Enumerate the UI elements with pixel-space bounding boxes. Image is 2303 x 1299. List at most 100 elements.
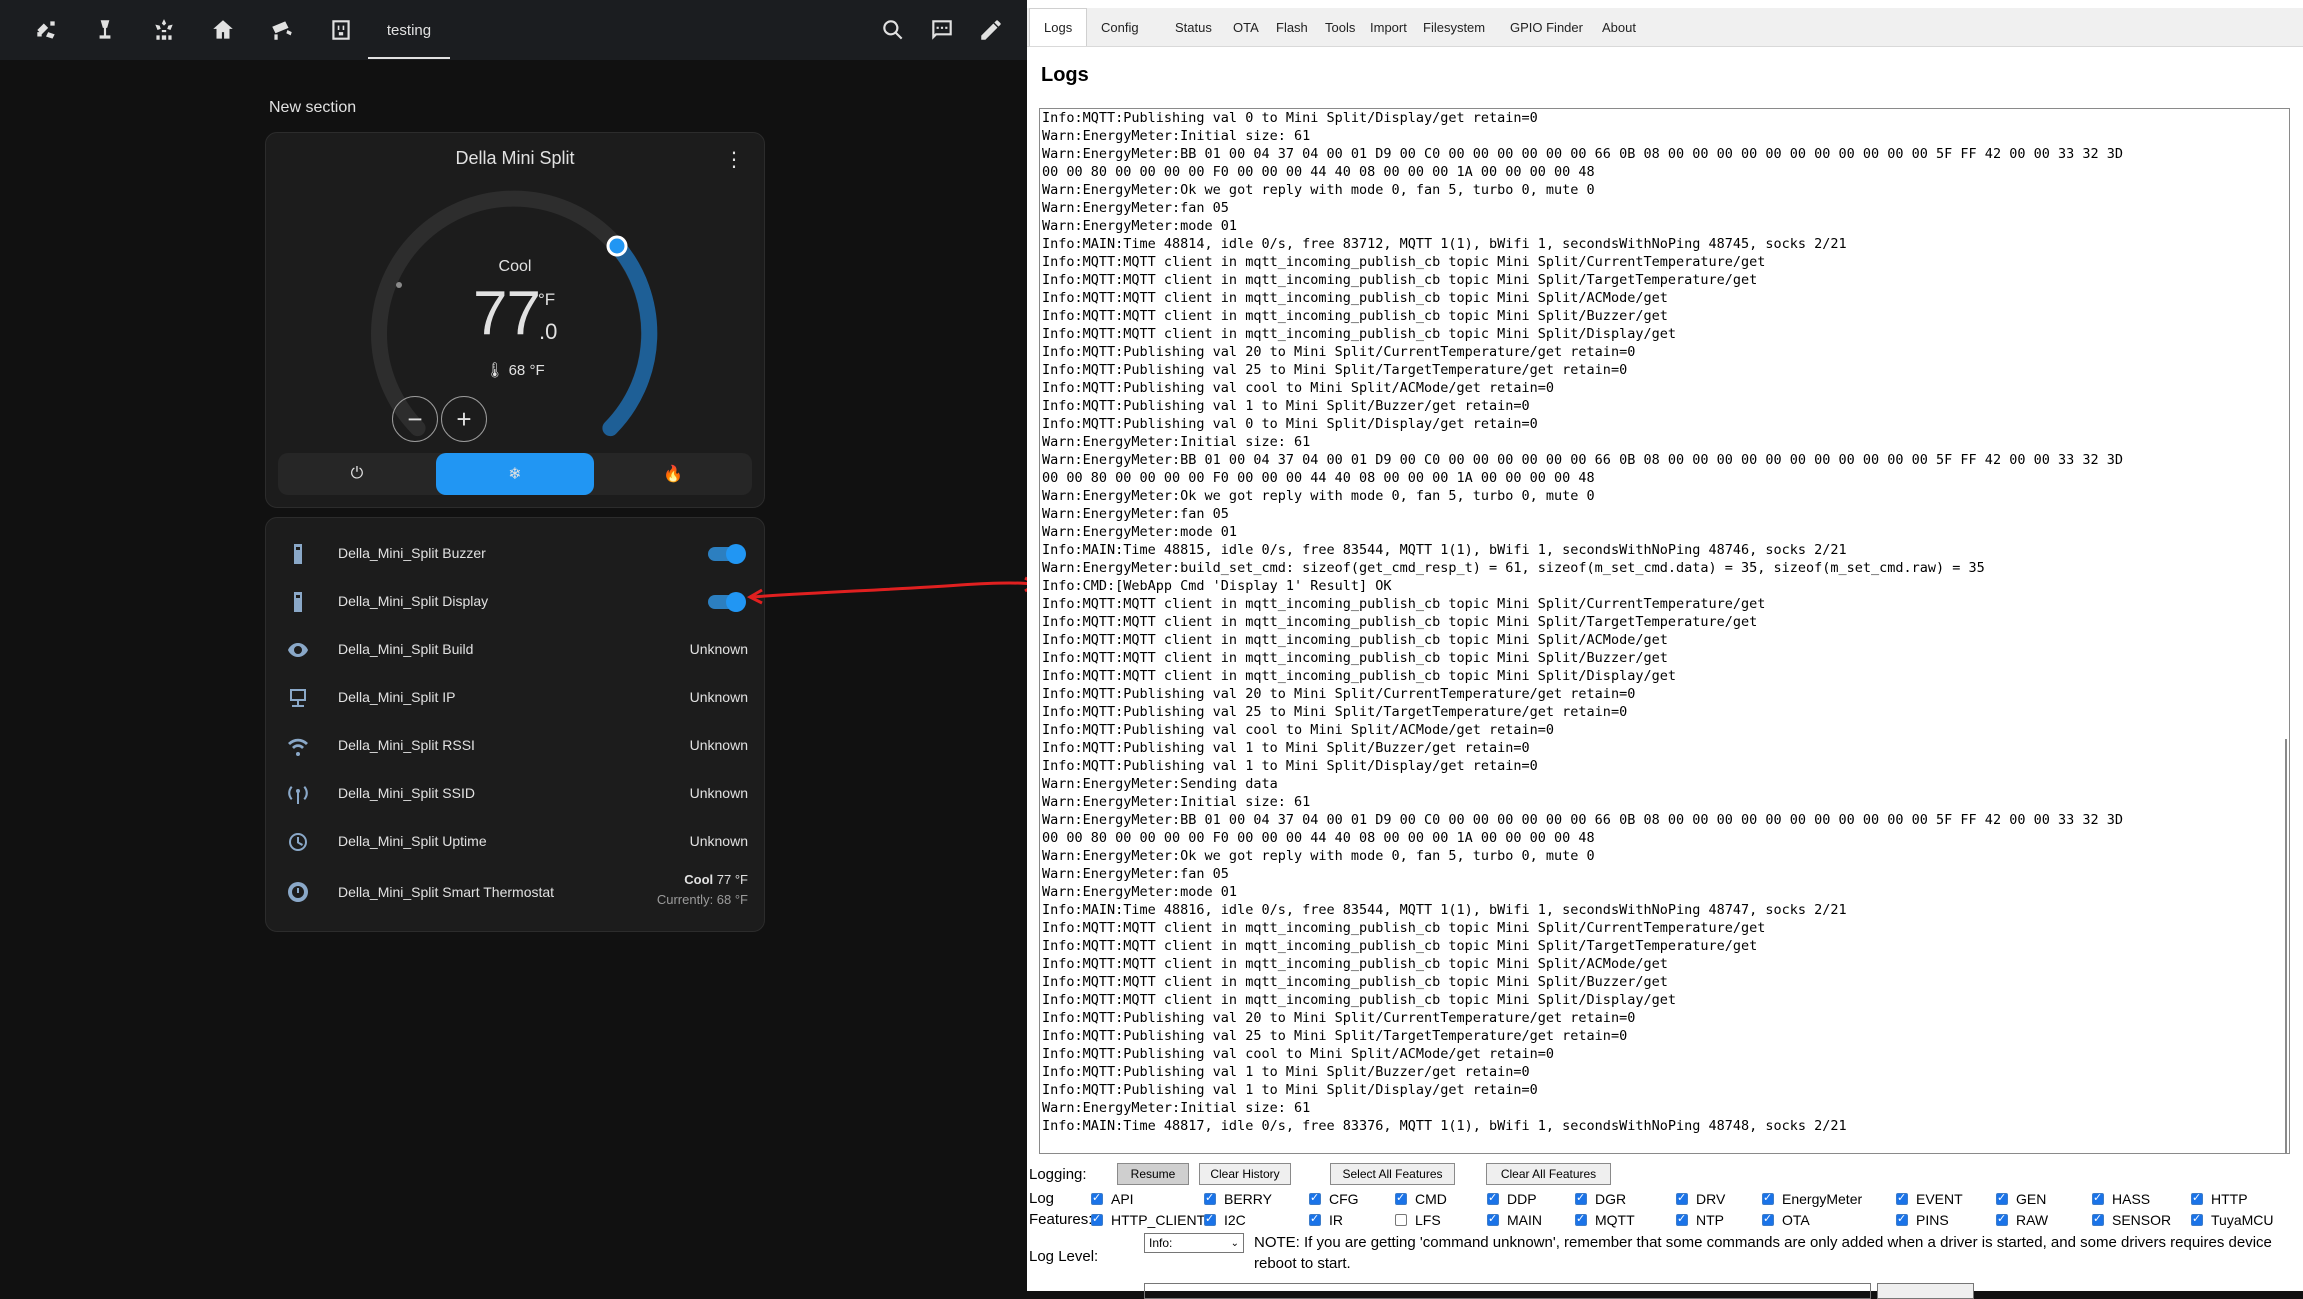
tab-status[interactable]: Status bbox=[1161, 8, 1226, 46]
checkbox[interactable] bbox=[1487, 1191, 1499, 1205]
entity-row[interactable]: Della_Mini_Split Smart Thermostat Cool 7… bbox=[266, 866, 764, 918]
decrease-temperature-button[interactable]: − bbox=[392, 396, 438, 442]
power-socket-icon[interactable] bbox=[325, 14, 357, 46]
tab-gpio-finder[interactable]: GPIO Finder bbox=[1496, 8, 1597, 46]
log-level-value: Info: bbox=[1149, 1236, 1173, 1250]
feature-checkbox-berry[interactable]: BERRY bbox=[1204, 1191, 1272, 1207]
tab-config[interactable]: Config bbox=[1087, 8, 1153, 46]
checkbox[interactable] bbox=[1395, 1191, 1407, 1205]
checkbox[interactable] bbox=[1395, 1214, 1407, 1226]
checkbox[interactable] bbox=[1676, 1212, 1688, 1226]
entity-row[interactable]: Della_Mini_Split Build Unknown bbox=[266, 626, 764, 674]
feature-checkbox-http[interactable]: HTTP bbox=[2191, 1191, 2248, 1207]
robot-vacuum-icon[interactable] bbox=[30, 14, 62, 46]
resume-button[interactable]: Resume bbox=[1117, 1163, 1189, 1185]
mode-heat-button[interactable]: 🔥 bbox=[594, 453, 752, 495]
entity-row[interactable]: Della_Mini_Split SSID Unknown bbox=[266, 770, 764, 818]
feature-label: DRV bbox=[1696, 1191, 1726, 1207]
entity-row[interactable]: Della_Mini_Split Display bbox=[266, 578, 764, 626]
thermostat-card[interactable]: Della Mini Split ⋮ Cool 77 °F .0 🌡 68 °F… bbox=[265, 132, 765, 508]
tab-testing[interactable]: testing bbox=[368, 0, 450, 60]
log-level-select[interactable]: Info: ⌄ bbox=[1144, 1233, 1244, 1253]
feature-checkbox-cmd[interactable]: CMD bbox=[1395, 1191, 1447, 1207]
feature-checkbox-main[interactable]: MAIN bbox=[1487, 1212, 1542, 1228]
checkbox[interactable] bbox=[1762, 1212, 1774, 1226]
checkbox[interactable] bbox=[1996, 1212, 2008, 1226]
checkbox[interactable] bbox=[2092, 1212, 2104, 1226]
checkbox[interactable] bbox=[1487, 1212, 1499, 1226]
select-all-features-button[interactable]: Select All Features bbox=[1330, 1163, 1455, 1185]
mode-off-button[interactable]: ⏻ bbox=[278, 453, 436, 495]
feature-checkbox-dgr[interactable]: DGR bbox=[1575, 1191, 1626, 1207]
display-toggle[interactable] bbox=[708, 592, 746, 612]
assist-chat-icon[interactable] bbox=[926, 14, 958, 46]
hvac-mode-label: Cool bbox=[498, 258, 532, 275]
checkbox[interactable] bbox=[1676, 1191, 1688, 1205]
checkbox[interactable] bbox=[1896, 1191, 1908, 1205]
feature-checkbox-event[interactable]: EVENT bbox=[1896, 1191, 1963, 1207]
clear-all-features-button[interactable]: Clear All Features bbox=[1486, 1163, 1611, 1185]
air-conditioner-icon[interactable] bbox=[148, 14, 180, 46]
log-output[interactable]: Info:MQTT:Publishing val 0 to Mini Split… bbox=[1039, 108, 2290, 1154]
feature-checkbox-i2c[interactable]: I2C bbox=[1204, 1212, 1246, 1228]
checkbox[interactable] bbox=[1091, 1212, 1103, 1226]
feature-checkbox-raw[interactable]: RAW bbox=[1996, 1212, 2048, 1228]
feature-checkbox-api[interactable]: API bbox=[1091, 1191, 1134, 1207]
tab-about[interactable]: About bbox=[1588, 8, 1650, 46]
feature-checkbox-pins[interactable]: PINS bbox=[1896, 1212, 1949, 1228]
feature-checkbox-energymeter[interactable]: EnergyMeter bbox=[1762, 1191, 1862, 1207]
checkbox[interactable] bbox=[2092, 1191, 2104, 1205]
checkbox[interactable] bbox=[1309, 1191, 1321, 1205]
checkbox[interactable] bbox=[1091, 1191, 1103, 1205]
snowflake-icon: ❄ bbox=[508, 466, 522, 483]
submit-command-button[interactable] bbox=[1877, 1283, 1974, 1299]
log-scrollbar[interactable] bbox=[2285, 739, 2287, 1153]
desk-lamp-icon[interactable] bbox=[89, 14, 121, 46]
tab-bar: Logs Config Status OTA Flash Tools Import Files… bbox=[1027, 8, 2303, 47]
checkbox[interactable] bbox=[1762, 1191, 1774, 1205]
feature-checkbox-ntp[interactable]: NTP bbox=[1676, 1212, 1724, 1228]
more-options-icon[interactable]: ⋮ bbox=[724, 147, 744, 172]
feature-checkbox-cfg[interactable]: CFG bbox=[1309, 1191, 1359, 1207]
entity-row[interactable]: Della_Mini_Split Buzzer bbox=[266, 530, 764, 578]
checkbox[interactable] bbox=[1896, 1212, 1908, 1226]
tab-logs[interactable]: Logs bbox=[1029, 8, 1088, 46]
feature-checkbox-sensor[interactable]: SENSOR bbox=[2092, 1212, 2171, 1228]
clear-history-button[interactable]: Clear History bbox=[1199, 1163, 1291, 1185]
feature-checkbox-hass[interactable]: HASS bbox=[2092, 1191, 2150, 1207]
entity-row[interactable]: Della_Mini_Split IP Unknown bbox=[266, 674, 764, 722]
checkbox[interactable] bbox=[1575, 1212, 1587, 1226]
log-features-label-2: Features: bbox=[1029, 1211, 1093, 1228]
feature-checkbox-lfs[interactable]: LFS bbox=[1395, 1212, 1441, 1228]
target-handle[interactable] bbox=[606, 235, 628, 257]
feature-checkbox-http_client[interactable]: HTTP_CLIENT bbox=[1091, 1212, 1205, 1228]
increase-temperature-button[interactable]: + bbox=[441, 396, 487, 442]
feature-checkbox-tuyamcu[interactable]: TuyaMCU bbox=[2191, 1212, 2274, 1228]
checkbox[interactable] bbox=[1575, 1191, 1587, 1205]
checkbox[interactable] bbox=[1204, 1212, 1216, 1226]
checkbox[interactable] bbox=[1309, 1212, 1321, 1226]
feature-checkbox-ota[interactable]: OTA bbox=[1762, 1212, 1810, 1228]
target-temperature: 77 bbox=[473, 279, 541, 348]
feature-label: EnergyMeter bbox=[1782, 1191, 1863, 1207]
feature-checkbox-gen[interactable]: GEN bbox=[1996, 1191, 2046, 1207]
checkbox[interactable] bbox=[2191, 1191, 2203, 1205]
checkbox[interactable] bbox=[1204, 1191, 1216, 1205]
tab-filesystem[interactable]: Filesystem bbox=[1409, 8, 1499, 46]
entity-row[interactable]: Della_Mini_Split RSSI Unknown bbox=[266, 722, 764, 770]
search-icon[interactable] bbox=[877, 14, 909, 46]
feature-checkbox-mqtt[interactable]: MQTT bbox=[1575, 1212, 1635, 1228]
feature-checkbox-drv[interactable]: DRV bbox=[1676, 1191, 1725, 1207]
entity-row[interactable]: Della_Mini_Split Uptime Unknown bbox=[266, 818, 764, 866]
cctv-icon[interactable] bbox=[266, 14, 298, 46]
feature-checkbox-ddp[interactable]: DDP bbox=[1487, 1191, 1537, 1207]
feature-checkbox-ir[interactable]: IR bbox=[1309, 1212, 1343, 1228]
edit-pencil-icon[interactable] bbox=[975, 14, 1007, 46]
checkbox[interactable] bbox=[2191, 1212, 2203, 1226]
thermostat-name: Della Mini Split bbox=[455, 148, 575, 168]
command-input[interactable] bbox=[1144, 1283, 1871, 1299]
buzzer-toggle[interactable] bbox=[708, 544, 746, 564]
mode-cool-button[interactable]: ❄ bbox=[436, 453, 594, 495]
checkbox[interactable] bbox=[1996, 1191, 2008, 1205]
home-icon[interactable] bbox=[207, 14, 239, 46]
